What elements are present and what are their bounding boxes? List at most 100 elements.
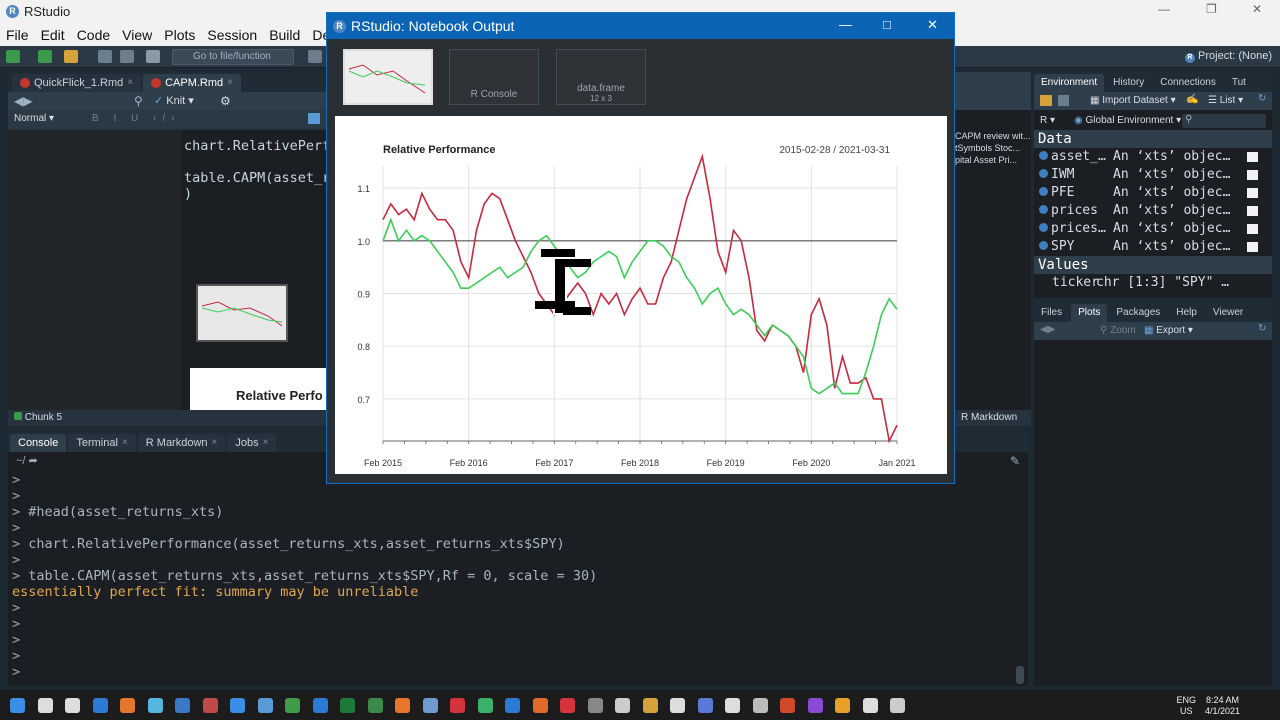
app-icon[interactable] xyxy=(560,698,575,713)
menu-view[interactable]: View xyxy=(122,27,152,43)
console-path[interactable]: ~/ ➦ xyxy=(16,454,38,467)
zoom-button[interactable]: ⚲ Zoom xyxy=(1100,325,1136,336)
save-icon[interactable] xyxy=(98,50,112,63)
paragraph-format-select[interactable]: Normal ▾ xyxy=(14,113,54,124)
app-icon[interactable] xyxy=(697,698,713,713)
minimize-icon[interactable]: — xyxy=(1158,2,1170,16)
expand-icon[interactable] xyxy=(1039,223,1048,232)
expand-icon[interactable] xyxy=(1039,169,1048,178)
view-data-icon[interactable] xyxy=(1247,206,1258,216)
notepad-icon[interactable] xyxy=(147,698,163,713)
app-icon[interactable] xyxy=(477,698,493,713)
tab-packages[interactable]: Packages xyxy=(1109,304,1167,322)
clear-console-icon[interactable]: ✎ xyxy=(1010,454,1020,468)
env-data-row[interactable]: prices… An ‘xts’ objec… xyxy=(1034,220,1272,238)
close-tab-icon[interactable]: × xyxy=(227,74,233,92)
expand-icon[interactable] xyxy=(1039,187,1048,196)
tab-files[interactable]: Files xyxy=(1034,304,1069,322)
expand-icon[interactable] xyxy=(1039,151,1048,160)
environment-search-input[interactable]: ⚲ xyxy=(1182,114,1266,128)
env-data-row[interactable]: PFE An ‘xts’ objec… xyxy=(1034,184,1272,202)
map-icon[interactable] xyxy=(285,698,300,713)
menu-edit[interactable]: Edit xyxy=(41,27,65,43)
excel-icon[interactable] xyxy=(340,698,355,713)
popup-maximize-icon[interactable]: □ xyxy=(883,17,891,32)
app-icon[interactable] xyxy=(505,698,520,713)
thumbnail-dataframe[interactable]: data.frame 12 x 3 xyxy=(556,49,646,105)
tab-help[interactable]: Help xyxy=(1169,304,1204,322)
app-icon[interactable] xyxy=(642,698,658,713)
task-view-icon[interactable] xyxy=(65,698,80,713)
tab-terminal[interactable]: Terminal × xyxy=(68,434,136,452)
app-icon[interactable] xyxy=(807,698,823,713)
language-select[interactable]: R ▾ xyxy=(1040,115,1055,126)
edge-icon[interactable] xyxy=(92,698,108,713)
tab-r-markdown[interactable]: R Markdown × xyxy=(137,434,226,452)
tab-history[interactable]: History xyxy=(1106,74,1151,92)
search-icon[interactable] xyxy=(37,698,53,713)
env-data-row[interactable]: prices An ‘xts’ objec… xyxy=(1034,202,1272,220)
menu-session[interactable]: Session xyxy=(207,27,257,43)
knit-button[interactable]: ✓ Knit ▾ xyxy=(154,94,194,107)
firefox-icon[interactable] xyxy=(395,698,410,713)
new-file-icon[interactable] xyxy=(6,50,20,63)
list-view-select[interactable]: ☰ List ▾ xyxy=(1208,95,1243,106)
app-icon[interactable] xyxy=(752,698,768,713)
app-icon[interactable] xyxy=(670,698,685,713)
close-tab-icon[interactable]: × xyxy=(127,74,133,92)
app-icon[interactable] xyxy=(312,698,328,713)
close-tab-icon[interactable]: × xyxy=(263,434,269,452)
new-project-icon[interactable] xyxy=(38,50,52,63)
doc-type-label[interactable]: R Markdown xyxy=(955,410,1031,426)
load-workspace-icon[interactable] xyxy=(1040,95,1052,106)
refresh-icon[interactable]: ↻ xyxy=(1258,323,1266,334)
save-all-icon[interactable] xyxy=(120,50,134,63)
outline-item[interactable]: tSymbols Stoc... xyxy=(955,142,1031,154)
rstudio-icon[interactable] xyxy=(422,698,438,713)
app-icon[interactable] xyxy=(890,698,905,713)
calendar-icon[interactable] xyxy=(230,698,245,713)
value-row[interactable]: tickerchr [1:3] "SPY" … xyxy=(1034,274,1272,292)
view-data-icon[interactable] xyxy=(1247,170,1258,180)
app-icon[interactable] xyxy=(367,698,383,713)
env-data-row[interactable]: SPY An ‘xts’ objec… xyxy=(1034,238,1272,256)
tab-connections[interactable]: Connections xyxy=(1153,74,1223,92)
broom-icon[interactable]: ✍ xyxy=(1186,94,1198,105)
menu-code[interactable]: Code xyxy=(77,27,110,43)
project-menu[interactable]: R Project: (None) xyxy=(1184,50,1272,63)
view-data-icon[interactable] xyxy=(1247,242,1258,252)
close-icon[interactable]: ✕ xyxy=(1252,2,1262,16)
tab-plots[interactable]: Plots xyxy=(1071,304,1108,322)
popup-minimize-icon[interactable]: — xyxy=(839,17,852,32)
powerpoint-icon[interactable] xyxy=(780,698,795,713)
export-button[interactable]: ▦ Export ▾ xyxy=(1144,325,1193,336)
scope-select[interactable]: ◉ Global Environment ▾ xyxy=(1074,115,1181,126)
firefox-icon[interactable] xyxy=(120,698,135,713)
import-dataset-button[interactable]: ▦ Import Dataset ▾ xyxy=(1090,95,1176,106)
grid-icon[interactable] xyxy=(308,50,322,63)
refresh-icon[interactable]: ↻ xyxy=(1258,93,1266,104)
console-scrollbar[interactable] xyxy=(1016,666,1024,684)
env-data-row[interactable]: asset_… An ‘xts’ objec… xyxy=(1034,148,1272,166)
tab-console[interactable]: Console xyxy=(10,434,67,452)
app-icon[interactable] xyxy=(532,698,548,713)
restore-icon[interactable]: ❐ xyxy=(1206,2,1217,16)
image-icon[interactable] xyxy=(308,113,320,124)
tab-environment[interactable]: Environment xyxy=(1034,74,1105,92)
gear-icon[interactable]: ⚙ xyxy=(220,94,231,108)
plot-nav-arrows-icon[interactable]: ◀▶ xyxy=(1040,324,1055,335)
tab-jobs[interactable]: Jobs × xyxy=(227,434,277,452)
close-tab-icon[interactable]: × xyxy=(122,434,128,452)
open-file-icon[interactable] xyxy=(64,50,78,63)
outline-item[interactable]: pital Asset Pri... xyxy=(955,154,1031,166)
popup-close-icon[interactable]: ✕ xyxy=(927,17,938,33)
close-tab-icon[interactable]: × xyxy=(212,434,218,452)
console-output[interactable]: > > > #head(asset_returns_xts) > > chart.… xyxy=(12,472,597,680)
expand-icon[interactable] xyxy=(1039,241,1048,250)
tab-viewer[interactable]: Viewer xyxy=(1206,304,1250,322)
vivaldi-icon[interactable] xyxy=(450,698,465,713)
photos-icon[interactable] xyxy=(175,698,190,713)
app-icon[interactable] xyxy=(615,698,630,713)
system-clock[interactable]: 8:24 AM 4/1/2021 xyxy=(1205,695,1240,717)
vim-icon[interactable] xyxy=(862,698,878,713)
